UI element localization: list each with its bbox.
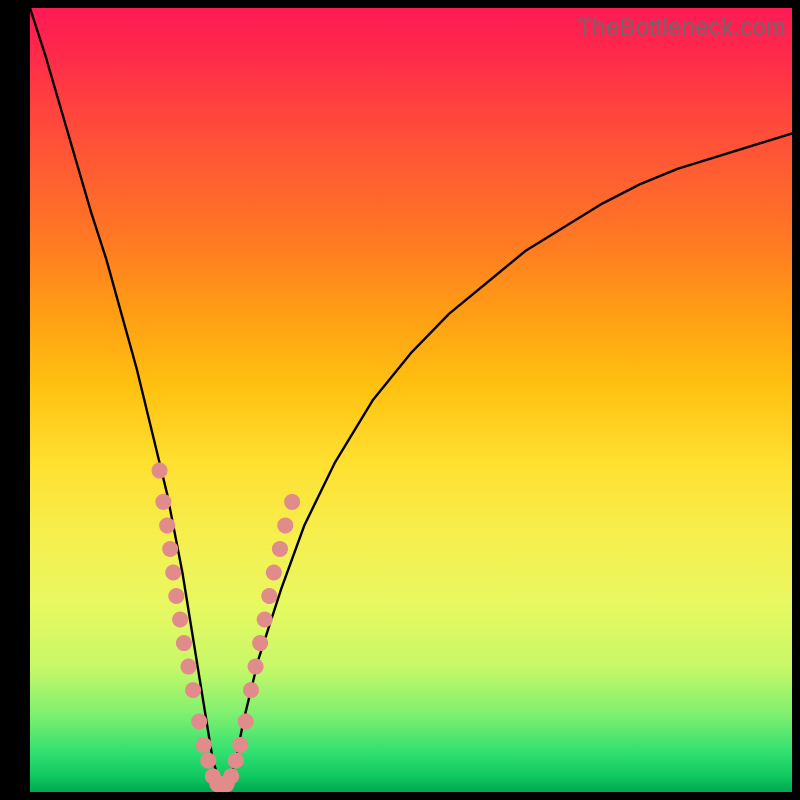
highlight-dot <box>243 682 259 698</box>
highlight-dot <box>252 635 268 651</box>
highlight-dot <box>272 541 288 557</box>
highlight-dot <box>172 612 188 628</box>
highlight-dot <box>196 737 212 753</box>
highlight-dot <box>191 713 207 729</box>
highlight-dot <box>176 635 192 651</box>
chart-svg <box>30 8 792 792</box>
highlight-dot <box>152 463 168 479</box>
plot-area: TheBottleneck.com <box>30 8 792 792</box>
highlight-dot <box>181 659 197 675</box>
highlight-dot <box>223 768 239 784</box>
highlight-dot <box>277 517 293 533</box>
chart-frame: TheBottleneck.com <box>0 0 800 800</box>
highlight-dot <box>238 713 254 729</box>
highlight-dot <box>266 564 282 580</box>
highlight-dots <box>152 463 301 793</box>
highlight-dot <box>162 541 178 557</box>
highlight-dot <box>257 612 273 628</box>
highlight-dot <box>155 494 171 510</box>
curve-path-group <box>30 8 792 784</box>
highlight-dot <box>261 588 277 604</box>
highlight-dot <box>228 753 244 769</box>
highlight-dot <box>185 682 201 698</box>
highlight-dot <box>248 659 264 675</box>
bottleneck-curve <box>30 8 792 784</box>
highlight-dot <box>159 517 175 533</box>
highlight-dot <box>284 494 300 510</box>
highlight-dot <box>168 588 184 604</box>
highlight-dot <box>165 564 181 580</box>
highlight-dot <box>200 753 216 769</box>
highlight-dot <box>232 737 248 753</box>
